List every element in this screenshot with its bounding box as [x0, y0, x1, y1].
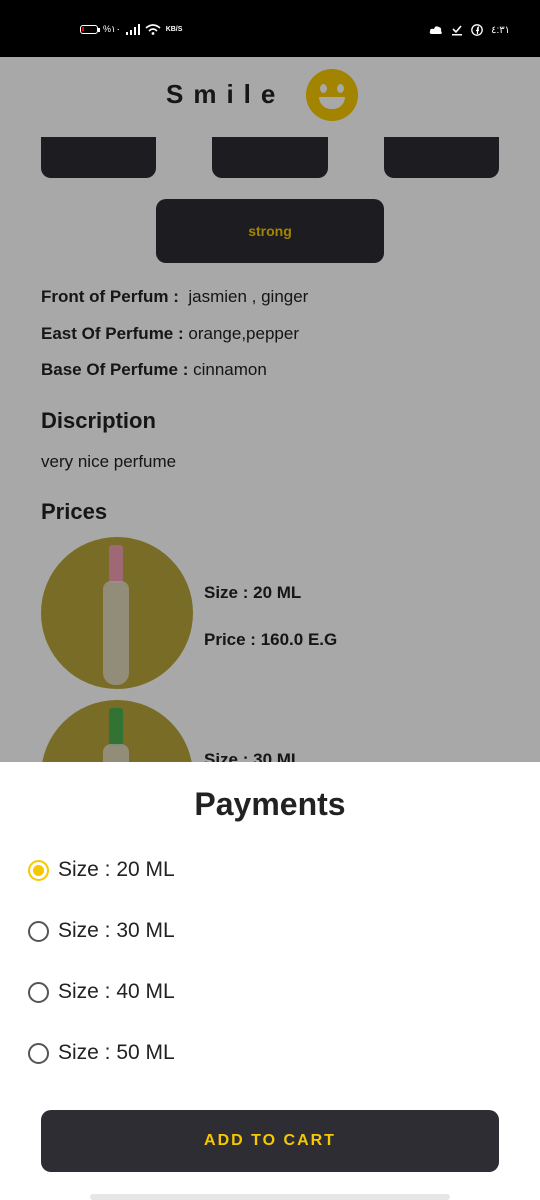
radio-icon[interactable]	[28, 920, 49, 942]
size-option-label: Size : 20 ML	[58, 858, 175, 881]
network-speed: KB/S	[165, 26, 183, 33]
wifi-icon	[145, 24, 161, 35]
size-option-label: Size : 40 ML	[58, 980, 175, 1003]
size-option-label: Size : 30 ML	[58, 919, 175, 942]
size-option-40[interactable]: Size : 40 ML	[28, 980, 175, 1004]
download-done-icon	[452, 25, 463, 36]
size-option-50[interactable]: Size : 50 ML	[28, 1041, 175, 1065]
modal-scrim[interactable]	[0, 57, 540, 762]
status-bar: %١٠ KB/S ٤:٣١	[0, 0, 540, 57]
cloud-icon	[429, 26, 442, 34]
size-option-20[interactable]: Size : 20 ML	[28, 858, 175, 882]
facebook-icon	[471, 24, 483, 36]
payments-bottom-sheet: Payments Size : 20 ML Size : 30 ML Size …	[0, 762, 540, 1200]
clock: ٤:٣١	[491, 24, 510, 36]
battery-icon	[80, 25, 100, 34]
radio-selected-icon[interactable]	[28, 859, 49, 881]
add-to-cart-button[interactable]: ADD TO CART	[41, 1110, 499, 1172]
size-option-label: Size : 50 ML	[58, 1041, 175, 1064]
battery-percent: %١٠	[103, 24, 121, 34]
gesture-nav-bar	[90, 1194, 450, 1200]
signal-icon	[125, 24, 140, 35]
sheet-title: Payments	[194, 786, 346, 822]
radio-icon[interactable]	[28, 981, 49, 1003]
radio-icon[interactable]	[28, 1042, 49, 1064]
size-option-30[interactable]: Size : 30 ML	[28, 919, 175, 943]
